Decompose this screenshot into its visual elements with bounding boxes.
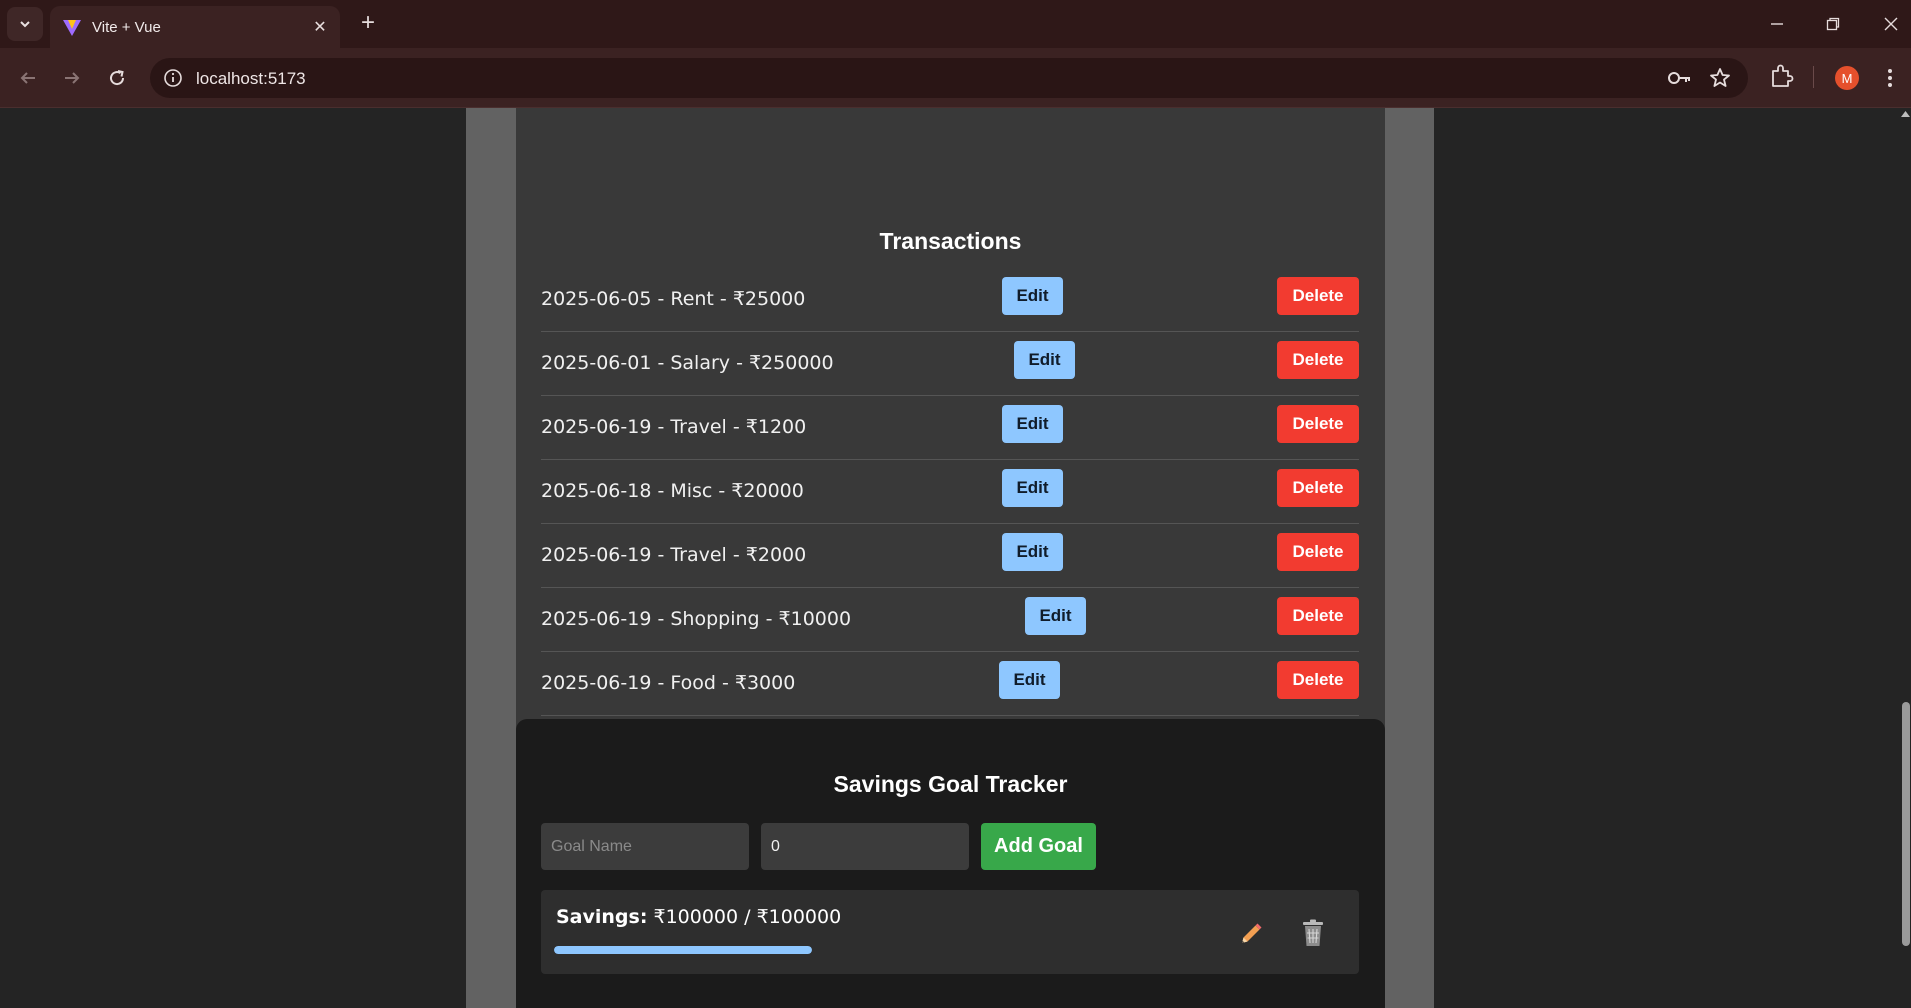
transactions-title: Transactions bbox=[879, 228, 1022, 254]
transaction-row: 2025-06-01 - Salary - ₹250000 Edit Delet… bbox=[541, 332, 1359, 396]
delete-transaction-button[interactable]: Delete bbox=[1277, 597, 1359, 635]
transaction-row: 2025-06-19 - Food - ₹3000 Edit Delete bbox=[541, 652, 1359, 716]
minimize-button[interactable] bbox=[1762, 10, 1792, 38]
transaction-row: 2025-06-18 - Misc - ₹20000 Edit Delete bbox=[541, 460, 1359, 524]
close-window-button[interactable] bbox=[1876, 10, 1906, 38]
goal-progress-fill bbox=[554, 946, 812, 954]
goal-amounts: ₹100000 / ₹100000 bbox=[653, 906, 842, 928]
chevron-down-icon bbox=[20, 21, 30, 28]
delete-transaction-button[interactable]: Delete bbox=[1277, 341, 1359, 379]
transaction-text: 2025-06-19 - Food - ₹3000 bbox=[541, 672, 796, 694]
edit-transaction-button[interactable]: Edit bbox=[1002, 533, 1063, 571]
transaction-row: 2025-06-19 - Shopping - ₹10000 Edit Dele… bbox=[541, 588, 1359, 652]
tab-title: Vite + Vue bbox=[92, 18, 161, 36]
savings-goal-card: Savings Goal Tracker Add Goal Savings: ₹… bbox=[516, 719, 1385, 1008]
restore-button[interactable] bbox=[1818, 10, 1848, 38]
savings-title: Savings Goal Tracker bbox=[833, 771, 1068, 797]
close-icon bbox=[1884, 17, 1898, 31]
delete-transaction-button[interactable]: Delete bbox=[1277, 469, 1359, 507]
page-scrollbar[interactable] bbox=[1900, 108, 1911, 1008]
forward-button[interactable] bbox=[56, 62, 88, 94]
goal-item: Savings: ₹100000 / ₹100000 bbox=[541, 890, 1359, 974]
transaction-text: 2025-06-19 - Travel - ₹1200 bbox=[541, 416, 807, 438]
edit-transaction-button[interactable]: Edit bbox=[1002, 405, 1063, 443]
address-url: localhost:5173 bbox=[196, 69, 306, 88]
arrow-left-icon bbox=[20, 72, 35, 84]
profile-avatar[interactable]: M bbox=[1835, 66, 1859, 90]
delete-transaction-button[interactable]: Delete bbox=[1277, 533, 1359, 571]
arrow-right-icon bbox=[65, 72, 80, 84]
delete-transaction-button[interactable]: Delete bbox=[1277, 405, 1359, 443]
transaction-text: 2025-06-18 - Misc - ₹20000 bbox=[541, 480, 804, 502]
trash-icon[interactable] bbox=[1299, 918, 1327, 948]
extensions-puzzle-icon[interactable] bbox=[1768, 62, 1796, 90]
minimize-icon bbox=[1771, 23, 1783, 25]
goal-amount-input[interactable] bbox=[761, 823, 969, 870]
new-tab-button[interactable]: + bbox=[354, 10, 382, 38]
active-tab[interactable]: Vite + Vue ✕ bbox=[50, 6, 340, 48]
delete-transaction-button[interactable]: Delete bbox=[1277, 277, 1359, 315]
page-viewport: Transactions 2025-06-05 - Rent - ₹25000 … bbox=[0, 108, 1911, 1008]
transaction-text: 2025-06-19 - Shopping - ₹10000 bbox=[541, 608, 852, 630]
restore-icon bbox=[1826, 17, 1840, 31]
close-tab-icon[interactable]: ✕ bbox=[310, 17, 330, 37]
tab-bar: Vite + Vue ✕ + bbox=[0, 0, 1911, 48]
goal-progress-bar bbox=[554, 946, 812, 954]
add-goal-button[interactable]: Add Goal bbox=[981, 823, 1096, 870]
transaction-text: 2025-06-19 - Travel - ₹2000 bbox=[541, 544, 807, 566]
transaction-text: 2025-06-01 - Salary - ₹250000 bbox=[541, 352, 834, 374]
edit-transaction-button[interactable]: Edit bbox=[1025, 597, 1086, 635]
vite-logo-icon bbox=[63, 20, 81, 36]
edit-transaction-button[interactable]: Edit bbox=[999, 661, 1060, 699]
transaction-row: 2025-06-19 - Travel - ₹1200 Edit Delete bbox=[541, 396, 1359, 460]
transaction-row: 2025-06-19 - Travel - ₹2000 Edit Delete bbox=[541, 524, 1359, 588]
transactions-card: Transactions 2025-06-05 - Rent - ₹25000 … bbox=[516, 108, 1385, 790]
goal-name: Savings: bbox=[556, 906, 648, 928]
transaction-row: 2025-06-05 - Rent - ₹25000 Edit Delete bbox=[541, 268, 1359, 332]
bookmark-star-icon[interactable] bbox=[1708, 66, 1732, 90]
edit-transaction-button[interactable]: Edit bbox=[1002, 469, 1063, 507]
site-info-icon[interactable] bbox=[162, 67, 184, 89]
reload-icon bbox=[110, 70, 125, 86]
scrollbar-thumb[interactable] bbox=[1902, 702, 1910, 946]
tab-search-button[interactable] bbox=[7, 7, 43, 41]
reload-button[interactable] bbox=[101, 62, 133, 94]
scroll-up-arrow-icon[interactable] bbox=[1901, 110, 1910, 118]
address-bar[interactable]: localhost:5173 bbox=[150, 58, 1748, 98]
password-key-icon[interactable] bbox=[1666, 66, 1692, 90]
browser-menu-button[interactable] bbox=[1880, 64, 1900, 92]
back-button[interactable] bbox=[12, 62, 44, 94]
goal-name-input[interactable] bbox=[541, 823, 749, 870]
goal-label: Savings: ₹100000 / ₹100000 bbox=[556, 906, 841, 928]
edit-transaction-button[interactable]: Edit bbox=[1014, 341, 1075, 379]
toolbar-divider bbox=[1813, 66, 1814, 88]
pencil-icon[interactable] bbox=[1237, 920, 1265, 948]
more-vertical-icon bbox=[1888, 69, 1892, 87]
delete-transaction-button[interactable]: Delete bbox=[1277, 661, 1359, 699]
transaction-text: 2025-06-05 - Rent - ₹25000 bbox=[541, 288, 806, 310]
browser-toolbar: localhost:5173 bbox=[0, 48, 1911, 108]
edit-transaction-button[interactable]: Edit bbox=[1002, 277, 1063, 315]
